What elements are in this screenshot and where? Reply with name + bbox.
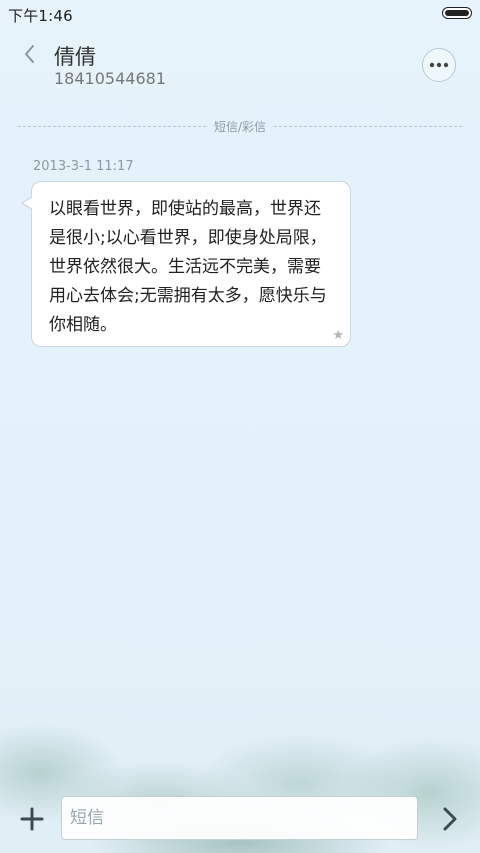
status-time: 下午1:46 [8, 7, 73, 25]
battery-icon [442, 7, 472, 19]
contact-number: 18410544681 [54, 69, 166, 88]
conversation-header: 倩倩 18410544681 [0, 28, 480, 120]
battery-level [445, 10, 469, 16]
send-button[interactable] [438, 806, 462, 832]
chevron-left-icon [25, 45, 34, 63]
back-button[interactable] [18, 42, 42, 66]
message-input[interactable] [61, 796, 418, 840]
star-icon: ★ [332, 328, 344, 343]
plus-icon [20, 807, 44, 831]
message-text: 以眼看世界，即使站的最高，世界还是很小;以心看世界，即使身处局限，世界依然很大。… [49, 199, 327, 335]
divider-label: 短信/彩信 [213, 119, 267, 134]
message-bubble[interactable]: 以眼看世界，即使站的最高，世界还是很小;以心看世界，即使身处局限，世界依然很大。… [21, 181, 351, 347]
more-options-button[interactable] [422, 48, 456, 82]
status-bar: 下午1:46 [0, 0, 480, 28]
contact-name: 倩倩 [54, 45, 96, 69]
more-horizontal-icon [429, 62, 449, 68]
bubble-tail-inner [23, 197, 33, 209]
message-type-divider: 短信/彩信 [18, 117, 463, 135]
divider-line-left [18, 125, 206, 127]
chevron-right-icon [443, 807, 457, 831]
message-timestamp: 2013-3-1 11:17 [33, 159, 134, 174]
divider-line-right [274, 125, 463, 127]
add-attachment-button[interactable] [20, 807, 44, 831]
